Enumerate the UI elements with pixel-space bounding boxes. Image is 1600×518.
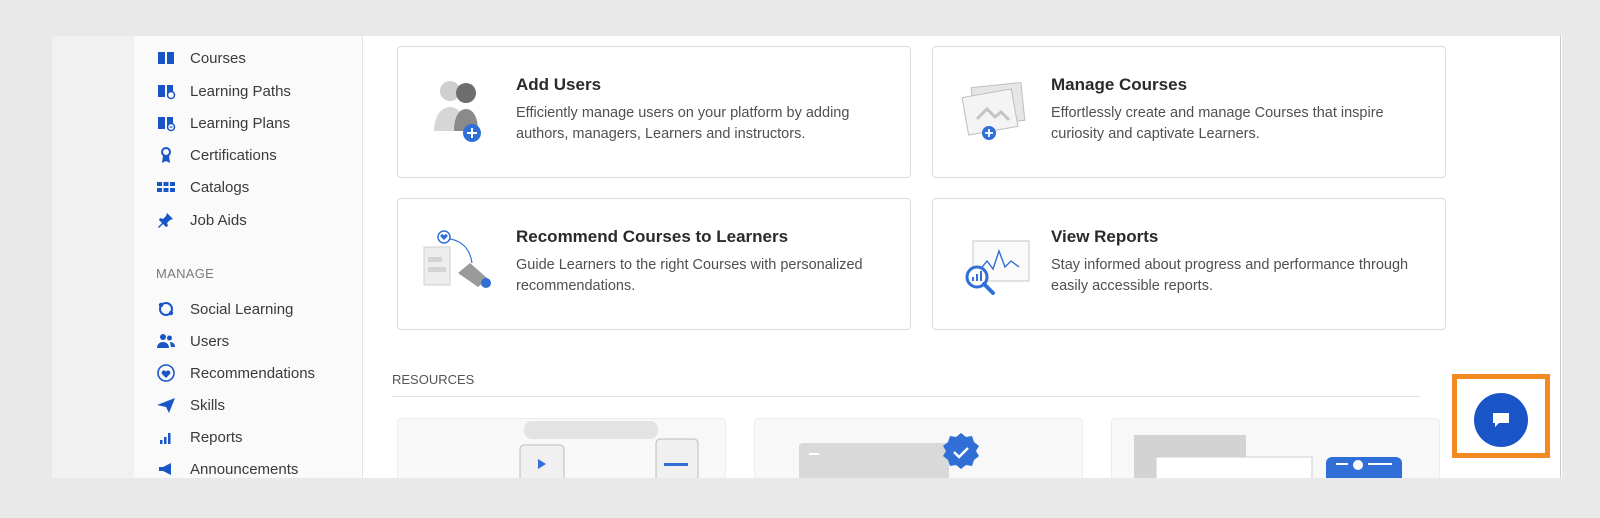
recommend-courses-illustration-icon xyxy=(423,230,491,288)
resources-label: RESOURCES xyxy=(392,372,475,387)
learning-plan-icon xyxy=(158,117,176,132)
users-icon xyxy=(157,334,175,348)
sidebar-item-label: Reports xyxy=(190,428,243,446)
card-manage-courses[interactable]: Manage Courses Effortlessly create and m… xyxy=(932,46,1446,178)
card-description: Guide Learners to the right Courses with… xyxy=(516,257,863,294)
card-title: Recommend Courses to Learners xyxy=(516,227,789,246)
card-title: View Reports xyxy=(1051,227,1159,246)
sidebar-item-social-learning[interactable]: Social Learning xyxy=(156,298,293,320)
app-frame: Courses Learning Paths Learning Plans Ce… xyxy=(52,36,1562,478)
card-recommend-courses[interactable]: Recommend Courses to Learners Guide Lear… xyxy=(397,198,911,330)
sidebar-item-label: Announcements xyxy=(190,460,299,478)
learning-path-icon xyxy=(158,85,176,100)
scrollbar[interactable] xyxy=(1560,36,1561,478)
card-add-users[interactable]: Add Users Efficiently manage users on yo… xyxy=(397,46,911,178)
sidebar-item-label: Learning Plans xyxy=(190,114,291,132)
megaphone-icon xyxy=(159,463,171,475)
sidebar-item-label: Recommendations xyxy=(190,364,316,382)
bar-chart-icon xyxy=(160,433,171,444)
book-icon xyxy=(158,52,174,64)
sidebar-item-label: Social Learning xyxy=(190,300,294,318)
social-icon xyxy=(158,302,174,316)
left-gutter xyxy=(52,36,134,478)
divider xyxy=(392,396,1420,397)
sidebar-item-label: Job Aids xyxy=(190,211,247,229)
add-users-illustration-icon xyxy=(434,81,481,142)
view-reports-illustration-icon xyxy=(965,240,1030,295)
resource-illustration-icon xyxy=(799,433,979,478)
manage-courses-illustration-icon xyxy=(961,81,1026,140)
certificate-icon xyxy=(161,147,171,163)
card-view-reports[interactable]: View Reports Stay informed about progres… xyxy=(932,198,1446,330)
sidebar-item-courses[interactable]: Courses xyxy=(156,47,246,69)
sidebar-item-certifications[interactable]: Certifications xyxy=(156,144,277,166)
manage-section-label: MANAGE xyxy=(156,266,215,281)
sidebar-item-label: Skills xyxy=(190,396,226,414)
sidebar-item-label: Catalogs xyxy=(190,178,250,196)
chat-bubble-icon xyxy=(1493,413,1509,427)
resource-illustration-icon xyxy=(1134,435,1402,478)
sidebar-item-reports[interactable]: Reports xyxy=(156,426,243,448)
resource-card[interactable] xyxy=(1111,418,1440,478)
sidebar-item-job-aids[interactable]: Job Aids xyxy=(156,209,247,231)
resource-card[interactable] xyxy=(754,418,1083,478)
grid-icon xyxy=(157,182,175,192)
resource-card[interactable] xyxy=(397,418,726,478)
heart-icon xyxy=(157,364,175,382)
card-description: Effortlessly create and manage Courses t… xyxy=(1051,105,1384,142)
sidebar-item-skills[interactable]: Skills xyxy=(156,394,225,416)
paper-plane-icon xyxy=(157,398,175,413)
sidebar-item-label: Users xyxy=(190,332,230,350)
sidebar-item-label: Certifications xyxy=(190,146,277,164)
sidebar: Courses Learning Paths Learning Plans Ce… xyxy=(134,36,363,478)
sidebar-item-catalogs[interactable]: Catalogs xyxy=(156,176,249,198)
chat-button[interactable] xyxy=(1474,393,1528,447)
sidebar-item-label: Learning Paths xyxy=(190,82,291,100)
card-description: Stay informed about progress and perform… xyxy=(1051,257,1409,294)
card-title: Manage Courses xyxy=(1051,75,1188,94)
sidebar-item-recommendations[interactable]: Recommendations xyxy=(156,362,315,384)
sidebar-item-users[interactable]: Users xyxy=(156,330,229,352)
card-title: Add Users xyxy=(516,75,602,94)
sidebar-item-learning-paths[interactable]: Learning Paths xyxy=(156,80,291,102)
resource-illustration-icon xyxy=(519,421,699,478)
card-description: Efficiently manage users on your platfor… xyxy=(516,105,850,142)
sidebar-item-label: Courses xyxy=(190,49,246,67)
sidebar-item-learning-plans[interactable]: Learning Plans xyxy=(156,112,290,134)
sidebar-item-announcements[interactable]: Announcements xyxy=(156,458,298,478)
pin-icon xyxy=(158,213,173,228)
